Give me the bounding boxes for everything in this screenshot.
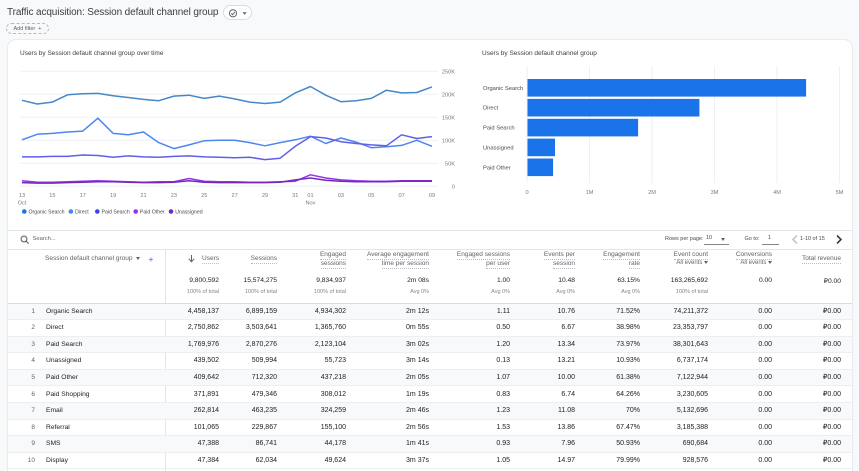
svg-text:150K: 150K [442, 115, 455, 121]
svg-text:15: 15 [49, 193, 55, 199]
svg-text:21: 21 [140, 193, 146, 199]
svg-text:31: 31 [292, 193, 298, 199]
svg-text:Unassigned: Unassigned [175, 210, 203, 216]
svg-text:Direct: Direct [75, 210, 89, 216]
svg-text:Organic Search: Organic Search [483, 86, 523, 92]
svg-text:Unassigned: Unassigned [483, 145, 514, 151]
svg-text:50K: 50K [445, 161, 455, 167]
svg-text:23: 23 [171, 193, 177, 199]
svg-text:17: 17 [80, 193, 86, 199]
svg-text:19: 19 [110, 193, 116, 199]
svg-text:0: 0 [452, 184, 455, 190]
svg-text:Oct: Oct [18, 201, 27, 207]
svg-text:05: 05 [368, 193, 374, 199]
svg-text:0: 0 [525, 190, 528, 196]
svg-text:Paid Search: Paid Search [483, 126, 515, 132]
svg-text:Direct: Direct [483, 106, 499, 112]
svg-text:Organic Search: Organic Search [29, 210, 65, 216]
svg-text:09: 09 [429, 193, 435, 199]
svg-text:03: 03 [338, 193, 344, 199]
svg-text:Paid Other: Paid Other [140, 210, 165, 216]
svg-text:Paid Search: Paid Search [102, 210, 130, 216]
svg-text:200K: 200K [442, 92, 455, 98]
svg-text:5M: 5M [836, 190, 844, 196]
svg-text:1M: 1M [586, 190, 594, 196]
svg-text:2M: 2M [648, 190, 656, 196]
svg-text:4M: 4M [773, 190, 781, 196]
svg-text:250K: 250K [442, 69, 455, 75]
svg-text:13: 13 [19, 193, 25, 199]
svg-text:25: 25 [201, 193, 207, 199]
svg-text:3M: 3M [711, 190, 719, 196]
svg-text:100K: 100K [442, 138, 455, 144]
svg-text:29: 29 [262, 193, 268, 199]
svg-text:07: 07 [398, 193, 404, 199]
svg-text:01: 01 [307, 193, 313, 199]
svg-text:Nov: Nov [306, 201, 316, 207]
svg-text:Paid Other: Paid Other [483, 165, 511, 171]
svg-text:27: 27 [231, 193, 237, 199]
